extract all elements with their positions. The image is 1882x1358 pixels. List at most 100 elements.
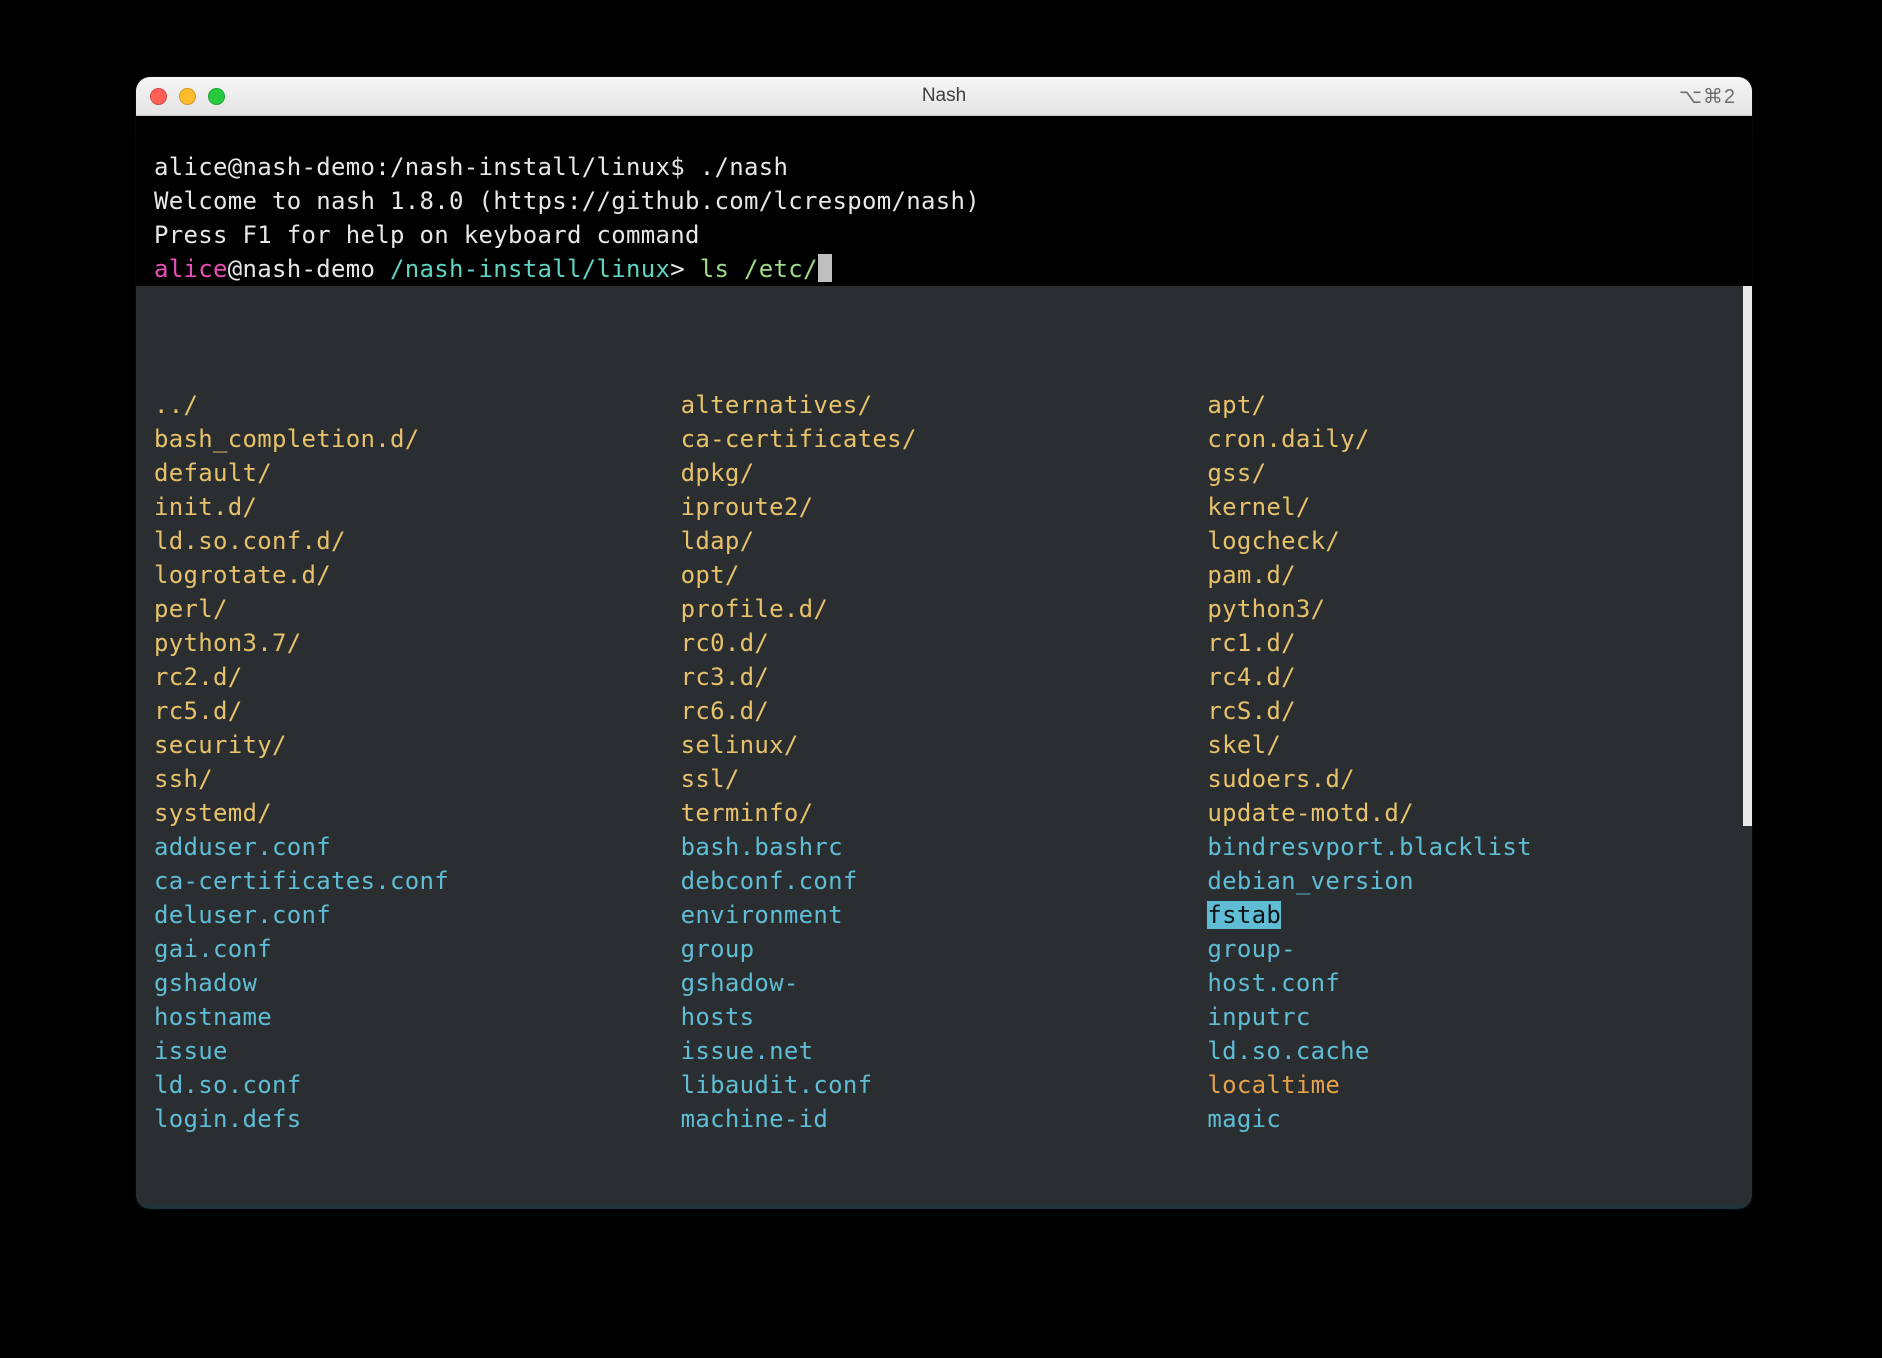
- list-item[interactable]: adduser.conf: [154, 833, 331, 861]
- list-item[interactable]: apt/: [1207, 391, 1266, 419]
- titlebar[interactable]: Nash ⌥⌘2: [136, 77, 1752, 116]
- list-item[interactable]: profile.d/: [681, 595, 829, 623]
- list-item[interactable]: alternatives/: [681, 391, 873, 419]
- list-row: python3.7/rc0.d/rc1.d/: [154, 626, 1734, 660]
- list-cell: gai.conf: [154, 932, 681, 966]
- list-item[interactable]: dpkg/: [681, 459, 755, 487]
- list-item[interactable]: opt/: [681, 561, 740, 589]
- list-item[interactable]: hosts: [681, 1003, 755, 1031]
- list-item[interactable]: python3.7/: [154, 629, 302, 657]
- scrollbar[interactable]: [1743, 286, 1752, 826]
- list-cell: libaudit.conf: [681, 1068, 1208, 1102]
- list-item[interactable]: selinux/: [681, 731, 799, 759]
- window-title: Nash: [136, 85, 1752, 107]
- zoom-icon[interactable]: [208, 88, 225, 105]
- list-item[interactable]: rc5.d/: [154, 697, 243, 725]
- list-item[interactable]: systemd/: [154, 799, 272, 827]
- list-item[interactable]: issue.net: [681, 1037, 814, 1065]
- list-item[interactable]: fstab: [1207, 901, 1281, 929]
- list-item[interactable]: login.defs: [154, 1105, 302, 1133]
- prompt-sep: >: [670, 255, 685, 283]
- list-cell: group-: [1207, 932, 1734, 966]
- list-item[interactable]: ca-certificates/: [681, 425, 917, 453]
- list-item[interactable]: group: [681, 935, 755, 963]
- list-item[interactable]: perl/: [154, 595, 228, 623]
- minimize-icon[interactable]: [179, 88, 196, 105]
- list-item[interactable]: environment: [681, 901, 843, 929]
- list-item[interactable]: gai.conf: [154, 935, 272, 963]
- list-item[interactable]: bash.bashrc: [681, 833, 843, 861]
- list-cell: perl/: [154, 592, 681, 626]
- prompt-line[interactable]: alice@nash-demo /nash-install/linux> ls …: [154, 255, 832, 283]
- list-item[interactable]: ssl/: [681, 765, 740, 793]
- list-cell: ssl/: [681, 762, 1208, 796]
- list-item[interactable]: kernel/: [1207, 493, 1310, 521]
- close-icon[interactable]: [150, 88, 167, 105]
- terminal-scrollback[interactable]: alice@nash-demo:/nash-install/linux$ ./n…: [136, 116, 1752, 286]
- list-cell: ca-certificates.conf: [154, 864, 681, 898]
- list-item[interactable]: terminfo/: [681, 799, 814, 827]
- list-item[interactable]: pam.d/: [1207, 561, 1296, 589]
- list-row: rc5.d/rc6.d/rcS.d/: [154, 694, 1734, 728]
- list-item[interactable]: host.conf: [1207, 969, 1340, 997]
- list-cell: sudoers.d/: [1207, 762, 1734, 796]
- list-item[interactable]: libaudit.conf: [681, 1071, 873, 1099]
- list-item[interactable]: debconf.conf: [681, 867, 858, 895]
- cursor-icon: [818, 254, 832, 282]
- list-item[interactable]: inputrc: [1207, 1003, 1310, 1031]
- list-row: login.defs machine-id magic: [154, 1102, 1734, 1136]
- list-item[interactable]: rcS.d/: [1207, 697, 1296, 725]
- list-item[interactable]: gshadow: [154, 969, 257, 997]
- list-item[interactable]: group-: [1207, 935, 1296, 963]
- list-item[interactable]: ca-certificates.conf: [154, 867, 449, 895]
- list-cell: rc0.d/: [681, 626, 1208, 660]
- list-item[interactable]: ld.so.cache: [1207, 1037, 1369, 1065]
- list-item[interactable]: ssh/: [154, 765, 213, 793]
- list-item[interactable]: ../: [154, 391, 198, 419]
- list-cell: gshadow: [154, 966, 681, 1000]
- list-cell: skel/: [1207, 728, 1734, 762]
- list-item[interactable]: ldap/: [681, 527, 755, 555]
- command-input[interactable]: ls /etc/: [700, 255, 818, 283]
- list-item[interactable]: rc3.d/: [681, 663, 770, 691]
- list-item[interactable]: ld.so.conf: [154, 1071, 302, 1099]
- list-item[interactable]: bindresvport.blacklist: [1207, 833, 1531, 861]
- list-item[interactable]: sudoers.d/: [1207, 765, 1355, 793]
- list-item[interactable]: issue: [154, 1037, 228, 1065]
- list-item[interactable]: python3/: [1207, 595, 1325, 623]
- list-item[interactable]: machine-id: [681, 1105, 829, 1133]
- list-cell: host.conf: [1207, 966, 1734, 1000]
- list-item[interactable]: hostname: [154, 1003, 272, 1031]
- list-item[interactable]: debian_version: [1207, 867, 1414, 895]
- list-item[interactable]: magic: [1207, 1105, 1281, 1133]
- list-item[interactable]: rc1.d/: [1207, 629, 1296, 657]
- scrollback-line: alice@nash-demo:/nash-install/linux$ ./n…: [154, 153, 788, 181]
- list-item[interactable]: logcheck/: [1207, 527, 1340, 555]
- list-item[interactable]: rc4.d/: [1207, 663, 1296, 691]
- status-bar: -rw-r--r-- 1 root root 37 Jan 30 00:00: [136, 1204, 1752, 1209]
- list-item[interactable]: default/: [154, 459, 272, 487]
- list-item[interactable]: skel/: [1207, 731, 1281, 759]
- list-item[interactable]: gss/: [1207, 459, 1266, 487]
- status-links: 1: [316, 1207, 331, 1209]
- list-cell: group: [681, 932, 1208, 966]
- list-item[interactable]: ld.so.conf.d/: [154, 527, 346, 555]
- list-item[interactable]: gshadow-: [681, 969, 799, 997]
- list-item[interactable]: update-motd.d/: [1207, 799, 1414, 827]
- list-cell: bash.bashrc: [681, 830, 1208, 864]
- list-item[interactable]: rc0.d/: [681, 629, 770, 657]
- completion-list[interactable]: ../ alternatives/apt/bash_completion.d/ca…: [136, 286, 1752, 1204]
- list-cell: logrotate.d/: [154, 558, 681, 592]
- list-item[interactable]: bash_completion.d/: [154, 425, 420, 453]
- list-item[interactable]: security/: [154, 731, 287, 759]
- list-item[interactable]: cron.daily/: [1207, 425, 1369, 453]
- list-item[interactable]: rc6.d/: [681, 697, 770, 725]
- list-item[interactable]: logrotate.d/: [154, 561, 331, 589]
- list-item[interactable]: rc2.d/: [154, 663, 243, 691]
- list-item[interactable]: iproute2/: [681, 493, 814, 521]
- status-perms: -rw-r--r--: [154, 1207, 302, 1209]
- list-cell: selinux/: [681, 728, 1208, 762]
- list-item[interactable]: deluser.conf: [154, 901, 331, 929]
- list-item[interactable]: localtime: [1207, 1071, 1340, 1099]
- list-item[interactable]: init.d/: [154, 493, 257, 521]
